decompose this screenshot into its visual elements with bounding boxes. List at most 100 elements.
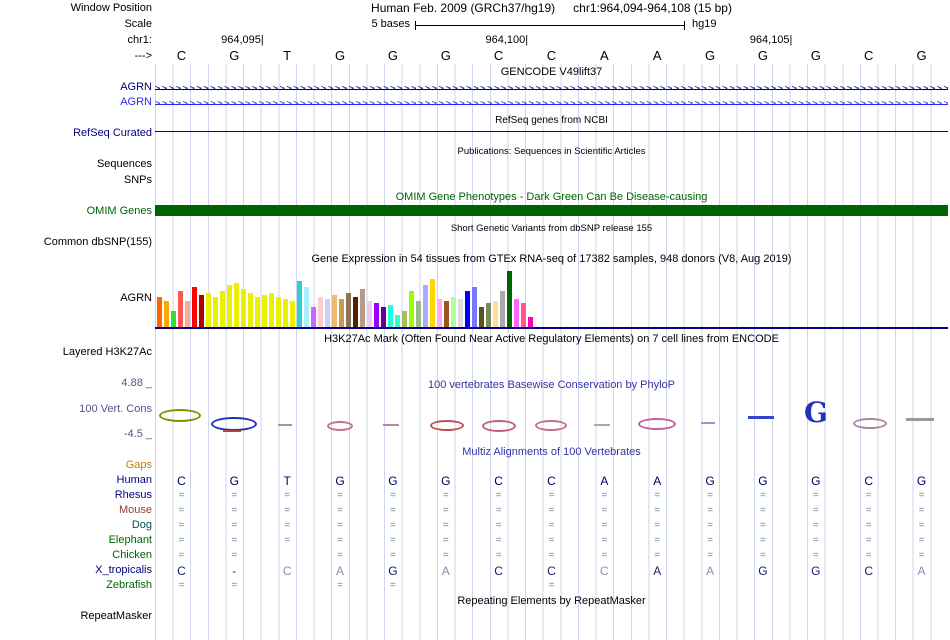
- gtex-tissue-bar-40[interactable]: [437, 299, 442, 327]
- repeatmasker-label[interactable]: RepeatMasker: [80, 610, 152, 623]
- alignment-cell-rhesus-6: =: [495, 490, 502, 501]
- gtex-tissue-bar-52[interactable]: [521, 303, 526, 327]
- alignment-cell-chicken-3: =: [337, 550, 343, 561]
- gtex-tissue-bar-17[interactable]: [276, 297, 281, 327]
- gtex-tissue-bar-48[interactable]: [493, 301, 498, 327]
- gtex-tissue-bar-38[interactable]: [423, 285, 428, 327]
- alignment-cell-chicken-5: =: [442, 550, 449, 561]
- gtex-tissue-bar-19[interactable]: [290, 301, 295, 327]
- gtex-agrn-label[interactable]: AGRN: [120, 292, 152, 305]
- gtex-tissue-bar-25[interactable]: [332, 295, 337, 327]
- gtex-tissue-bar-9[interactable]: [220, 291, 225, 327]
- layered-h3k27ac-label[interactable]: Layered H3K27Ac: [63, 346, 152, 359]
- gtex-tissue-bar-51[interactable]: [514, 299, 519, 327]
- gtex-tissue-bar-18[interactable]: [283, 299, 288, 327]
- alignment-cell-mouse-5: =: [442, 505, 449, 516]
- genome-assembly-title: Human Feb. 2009 (GRCh37/hg19): [371, 1, 556, 15]
- gtex-tissue-bar-47[interactable]: [486, 303, 491, 327]
- species-label-mouse[interactable]: Mouse: [119, 504, 152, 517]
- common-dbsnp-label[interactable]: Common dbSNP(155): [44, 236, 152, 249]
- gtex-tissue-bar-42[interactable]: [451, 297, 456, 327]
- alignment-cell-zebrafish-7: =: [548, 580, 555, 591]
- gtex-tissue-bar-53[interactable]: [528, 317, 533, 327]
- gtex-tissue-bar-12[interactable]: [241, 289, 246, 327]
- alignment-cell-zebrafish-0: =: [178, 580, 185, 591]
- gtex-tissue-bar-49[interactable]: [500, 291, 505, 327]
- gtex-tissue-bar-0[interactable]: [157, 297, 162, 327]
- gtex-tissue-bar-7[interactable]: [206, 293, 211, 327]
- alignment-cell-x_tropicalis-2: C: [282, 564, 292, 578]
- species-label-chicken[interactable]: Chicken: [112, 549, 152, 562]
- omim-genes-label[interactable]: OMIM Genes: [87, 205, 152, 218]
- gtex-tissue-bar-16[interactable]: [269, 293, 274, 327]
- refseq-curated-label[interactable]: RefSeq Curated: [73, 127, 152, 140]
- gtex-tissue-bar-14[interactable]: [255, 297, 260, 327]
- agrn-transcript-2[interactable]: >>>>>>>>>>>>>>>>>>>>>>>>>>>>>>>>>>>>>>>>…: [155, 98, 948, 111]
- gtex-tissue-bar-32[interactable]: [381, 307, 386, 327]
- alignment-cell-human-4: G: [388, 474, 398, 488]
- gtex-tissue-bar-2[interactable]: [171, 311, 176, 327]
- vert-cons-label[interactable]: 100 Vert. Cons: [79, 403, 152, 416]
- gtex-tissue-bar-8[interactable]: [213, 297, 218, 327]
- species-label-x_tropicalis[interactable]: X_tropicalis: [95, 564, 152, 577]
- gtex-tissue-bar-39[interactable]: [430, 279, 435, 327]
- gtex-tissue-bar-13[interactable]: [248, 293, 253, 327]
- gtex-tissue-bar-33[interactable]: [388, 305, 393, 327]
- gtex-tissue-bar-26[interactable]: [339, 299, 344, 327]
- gtex-tissue-bar-27[interactable]: [346, 293, 351, 327]
- alignment-cell-dog-13: =: [865, 520, 872, 531]
- gtex-tissue-bar-20[interactable]: [297, 281, 302, 327]
- gtex-tissue-bar-35[interactable]: [402, 311, 407, 327]
- gtex-tissue-bar-45[interactable]: [472, 287, 477, 327]
- gtex-tissue-bar-43[interactable]: [458, 299, 463, 327]
- gtex-tissue-bar-34[interactable]: [395, 315, 400, 327]
- omim-gene-bar[interactable]: [155, 205, 948, 216]
- alignment-cell-x_tropicalis-4: G: [388, 564, 398, 578]
- gtex-tissue-bar-15[interactable]: [262, 295, 267, 327]
- species-label-zebrafish[interactable]: Zebrafish: [106, 579, 152, 592]
- gencode-agrn-2-label[interactable]: AGRN: [120, 96, 152, 109]
- gtex-tissue-bar-11[interactable]: [234, 283, 239, 327]
- alignment-cell-dog-0: =: [178, 520, 185, 531]
- alignment-cell-x_tropicalis-10: A: [706, 564, 715, 578]
- conservation-mark-10: [638, 418, 676, 430]
- snps-label[interactable]: SNPs: [124, 174, 152, 187]
- gtex-tissue-bar-29[interactable]: [360, 289, 365, 327]
- species-label-rhesus[interactable]: Rhesus: [115, 489, 152, 502]
- species-label-dog[interactable]: Dog: [132, 519, 152, 532]
- alignment-cell-x_tropicalis-5: A: [441, 564, 450, 578]
- gtex-tissue-bar-46[interactable]: [479, 307, 484, 327]
- alignment-cell-dog-5: =: [442, 520, 449, 531]
- gtex-tissue-bar-24[interactable]: [325, 299, 330, 327]
- agrn-transcript-1[interactable]: >>>>>>>>>>>>>>>>>>>>>>>>>>>>>>>>>>>>>>>>…: [155, 83, 948, 96]
- refseq-curated-track[interactable]: [155, 131, 948, 132]
- scale-value: 5 bases: [371, 18, 410, 30]
- conservation-mark-3: [278, 424, 292, 426]
- gtex-tissue-bar-10[interactable]: [227, 285, 232, 327]
- gtex-tissue-bar-23[interactable]: [318, 297, 323, 327]
- conservation-letter-13: G: [804, 396, 828, 429]
- species-label-human[interactable]: Human: [117, 474, 152, 487]
- gtex-tissue-bar-36[interactable]: [409, 291, 414, 327]
- gencode-agrn-1-label[interactable]: AGRN: [120, 81, 152, 94]
- sequences-label[interactable]: Sequences: [97, 158, 152, 171]
- gtex-tissue-bar-4[interactable]: [185, 301, 190, 327]
- gtex-tissue-bar-6[interactable]: [199, 295, 204, 327]
- gtex-tissue-bar-30[interactable]: [367, 301, 372, 327]
- species-label-gaps[interactable]: Gaps: [126, 459, 152, 472]
- species-label-elephant[interactable]: Elephant: [109, 534, 152, 547]
- alignment-cell-dog-1: =: [231, 520, 238, 531]
- gtex-tissue-bar-41[interactable]: [444, 301, 449, 327]
- gtex-tissue-bar-21[interactable]: [304, 287, 309, 327]
- gtex-tissue-bar-1[interactable]: [164, 301, 169, 327]
- alignment-cell-dog-8: =: [601, 520, 608, 531]
- gtex-tissue-bar-28[interactable]: [353, 297, 358, 327]
- gtex-tissue-bar-50[interactable]: [507, 271, 512, 327]
- gtex-tissue-bar-31[interactable]: [374, 303, 379, 327]
- gtex-tissue-bar-22[interactable]: [311, 307, 316, 327]
- gtex-tissue-bar-3[interactable]: [178, 291, 183, 327]
- alignment-cell-human-1: G: [229, 474, 239, 488]
- gtex-tissue-bar-37[interactable]: [416, 301, 421, 327]
- gtex-tissue-bar-5[interactable]: [192, 287, 197, 327]
- gtex-tissue-bar-44[interactable]: [465, 291, 470, 327]
